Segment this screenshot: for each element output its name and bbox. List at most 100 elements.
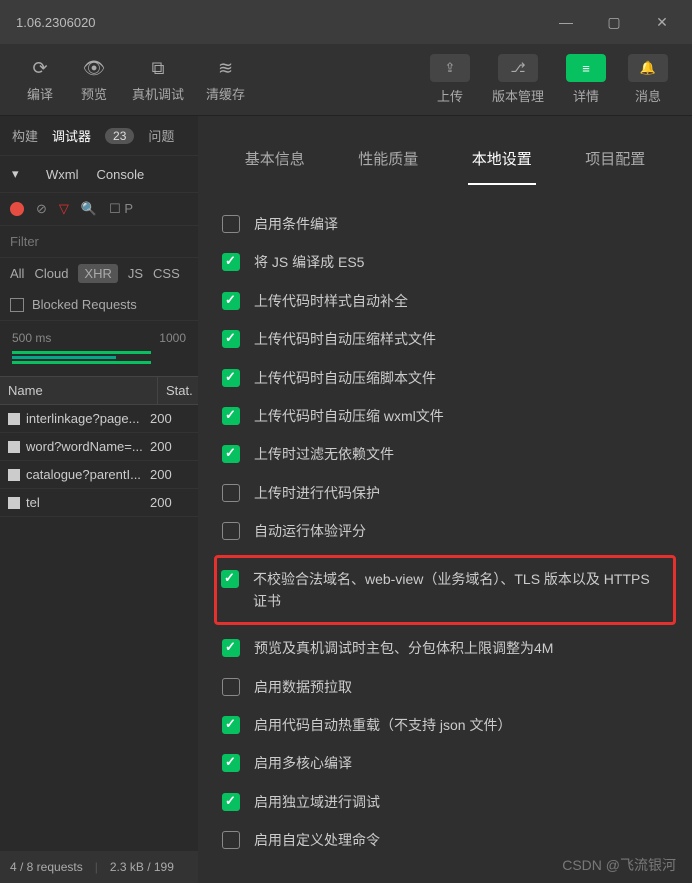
option-label: 启用自定义处理命令	[254, 829, 380, 851]
settings-tabs: 基本信息 性能质量 本地设置 项目配置	[198, 116, 692, 185]
layers-icon: ≋	[218, 56, 233, 80]
option-label: 启用多核心编译	[254, 752, 352, 774]
dropdown-icon[interactable]: ▾	[12, 166, 28, 182]
watermark: CSDN @飞流银河	[562, 855, 676, 875]
clear-cache-button[interactable]: ≋清缓存	[198, 52, 253, 107]
clear-icon[interactable]: ⊘	[36, 201, 47, 217]
upload-button[interactable]: ⇪上传	[422, 50, 478, 109]
option-checkbox[interactable]	[222, 831, 240, 849]
option-checkbox[interactable]	[222, 407, 240, 425]
filter-js[interactable]: JS	[128, 266, 143, 281]
filter-input[interactable]: Filter	[10, 234, 39, 249]
settings-panel: 基本信息 性能质量 本地设置 项目配置 启用条件编译将 JS 编译成 ES5 上传…	[198, 116, 692, 883]
refresh-icon: ⟳	[32, 56, 47, 80]
option-row: 启用自定义处理命令	[222, 821, 668, 859]
request-row[interactable]: word?wordName=...200	[0, 433, 198, 461]
option-label: 上传时进行代码保护	[254, 482, 380, 504]
option-checkbox[interactable]	[222, 522, 240, 540]
option-checkbox[interactable]	[222, 445, 240, 463]
messages-button[interactable]: 🔔消息	[620, 50, 676, 109]
request-status: 200	[150, 467, 190, 482]
file-icon	[8, 497, 20, 509]
search-icon[interactable]: 🔍	[81, 201, 97, 217]
request-row[interactable]: interlinkage?page...200	[0, 405, 198, 433]
option-row: 上传代码时自动压缩脚本文件	[222, 359, 668, 397]
option-checkbox[interactable]	[222, 369, 240, 387]
timeline: 500 ms1000	[0, 321, 198, 376]
option-label: 预览及真机调试时主包、分包体积上限调整为4M	[254, 637, 553, 659]
option-checkbox[interactable]	[222, 754, 240, 772]
request-row[interactable]: tel200	[0, 489, 198, 517]
bell-icon: 🔔	[628, 54, 668, 82]
option-checkbox[interactable]	[222, 330, 240, 348]
option-checkbox[interactable]	[222, 484, 240, 502]
option-label: 不校验合法域名、web-view（业务域名）、TLS 版本以及 HTTPS 证书	[253, 568, 663, 613]
blocked-checkbox[interactable]	[10, 298, 24, 312]
option-row: 不校验合法域名、web-view（业务域名）、TLS 版本以及 HTTPS 证书	[221, 568, 663, 613]
menu-icon: ≡	[566, 54, 606, 82]
option-label: 上传代码时自动压缩 wxml文件	[254, 405, 444, 427]
preview-button[interactable]: 👁预览	[70, 52, 118, 107]
filter-cloud[interactable]: Cloud	[34, 266, 68, 281]
request-name: word?wordName=...	[26, 439, 150, 454]
file-icon	[8, 469, 20, 481]
request-status: 200	[150, 495, 190, 510]
tab-console[interactable]: Console	[97, 167, 145, 182]
option-label: 自动运行体验评分	[254, 520, 366, 542]
bug-icon: ⧉	[152, 56, 165, 80]
tab-perf[interactable]: 性能质量	[354, 140, 422, 185]
tab-build[interactable]: 构建	[12, 126, 38, 145]
maximize-button[interactable]: ▢	[592, 7, 636, 37]
filter-icon[interactable]: ▽	[59, 201, 69, 217]
option-row: 上传时过滤无依赖文件	[222, 435, 668, 473]
tab-debugger[interactable]: 调试器	[52, 126, 91, 145]
option-label: 将 JS 编译成 ES5	[254, 251, 364, 273]
option-label: 上传代码时自动压缩样式文件	[254, 328, 436, 350]
option-row: 上传代码时自动压缩 wxml文件	[222, 397, 668, 435]
close-button[interactable]: ✕	[640, 7, 684, 37]
option-checkbox[interactable]	[222, 215, 240, 233]
option-label: 启用条件编译	[254, 213, 338, 235]
request-status: 200	[150, 439, 190, 454]
tab-basic[interactable]: 基本信息	[241, 140, 309, 185]
tab-project[interactable]: 项目配置	[581, 140, 649, 185]
option-checkbox[interactable]	[222, 716, 240, 734]
option-checkbox[interactable]	[222, 678, 240, 696]
file-icon	[8, 413, 20, 425]
filter-xhr[interactable]: XHR	[78, 264, 117, 283]
tab-issues[interactable]: 问题	[148, 126, 174, 145]
option-row: 上传代码时样式自动补全	[222, 282, 668, 320]
highlighted-option: 不校验合法域名、web-view（业务域名）、TLS 版本以及 HTTPS 证书	[214, 555, 676, 626]
option-checkbox[interactable]	[222, 253, 240, 271]
option-label: 上传代码时自动压缩脚本文件	[254, 367, 436, 389]
devtools-panel: 构建 调试器 23 问题 ▾ Wxml Console ⊘ ▽ 🔍 ☐ P Fi…	[0, 116, 198, 883]
record-button[interactable]	[10, 202, 24, 216]
titlebar: 1.06.2306020 — ▢ ✕	[0, 0, 692, 44]
tab-wxml[interactable]: Wxml	[46, 167, 79, 182]
branch-icon: ⎇	[498, 54, 538, 82]
details-button[interactable]: ≡详情	[558, 50, 614, 109]
tab-local[interactable]: 本地设置	[468, 140, 536, 185]
option-checkbox[interactable]	[222, 793, 240, 811]
option-checkbox[interactable]	[222, 292, 240, 310]
option-row: 启用代码自动热重载（不支持 json 文件）	[222, 706, 668, 744]
option-label: 启用数据预拉取	[254, 676, 352, 698]
option-row: 上传时进行代码保护	[222, 474, 668, 512]
filter-all[interactable]: All	[10, 266, 24, 281]
option-label: 上传时过滤无依赖文件	[254, 443, 394, 465]
option-row: 启用独立域进行调试	[222, 783, 668, 821]
request-name: interlinkage?page...	[26, 411, 150, 426]
option-checkbox[interactable]	[221, 570, 239, 588]
checkbox-p[interactable]: ☐ P	[109, 201, 133, 217]
version-button[interactable]: ⎇版本管理	[484, 50, 552, 109]
filter-css[interactable]: CSS	[153, 266, 180, 281]
real-debug-button[interactable]: ⧉真机调试	[124, 52, 192, 107]
option-row: 自动运行体验评分	[222, 512, 668, 550]
minimize-button[interactable]: —	[544, 7, 588, 37]
option-row: 启用条件编译	[222, 205, 668, 243]
compile-button[interactable]: ⟳编译	[16, 52, 64, 107]
option-checkbox[interactable]	[222, 639, 240, 657]
request-row[interactable]: catalogue?parentI...200	[0, 461, 198, 489]
option-row: 启用多核心编译	[222, 744, 668, 782]
option-row: 上传代码时自动压缩样式文件	[222, 320, 668, 358]
